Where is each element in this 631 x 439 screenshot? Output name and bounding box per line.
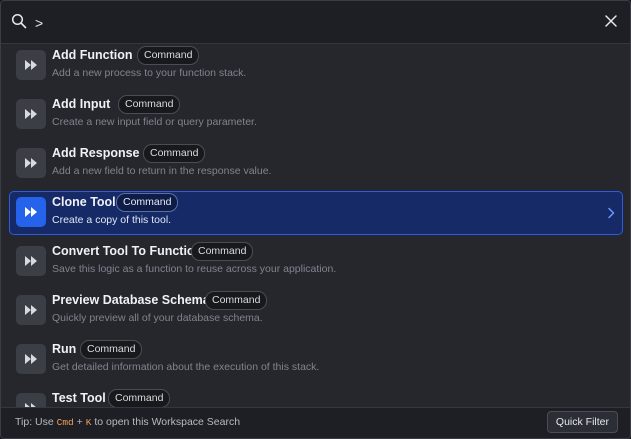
search-bar [1,1,630,44]
command-title: Add Input [52,97,111,111]
command-list: Add Function Command Add a new process t… [1,44,630,410]
fast-forward-icon [16,344,46,374]
fast-forward-icon [16,246,46,276]
command-title: Clone Tool [52,195,116,209]
quick-filter-button[interactable]: Quick Filter [546,411,618,433]
command-title: Test Tool [52,391,106,405]
command-badge: Command [118,95,181,114]
tip-prefix: Tip: Use [15,416,54,428]
command-badge: Command [137,46,200,65]
command-badge: Command [80,340,143,359]
command-title: Preview Database Schemas [52,293,217,307]
command-badge: Command [143,144,206,163]
command-badge: Command [116,193,179,212]
command-description: Create a copy of this tool. [52,214,172,226]
command-description: Create a new input field or query parame… [52,116,257,128]
command-item-add-response[interactable]: Add Response Command Add a new field to … [9,142,623,186]
command-item-add-input[interactable]: Add Input Command Create a new input fie… [9,93,623,137]
fast-forward-icon [16,148,46,178]
command-palette: Add Function Command Add a new process t… [0,0,631,439]
command-item-clone-tool[interactable]: Clone Tool Command Create a copy of this… [9,191,623,235]
search-input[interactable] [33,11,577,35]
command-title: Add Response [52,146,140,160]
fast-forward-icon [16,197,46,227]
command-badge: Command [205,291,268,310]
command-item-run[interactable]: Run Command Get detailed information abo… [9,338,623,382]
search-icon [11,13,27,29]
fast-forward-icon [16,295,46,325]
command-description: Get detailed information about the execu… [52,361,320,373]
command-title: Run [52,342,77,356]
close-icon[interactable] [604,14,618,28]
command-item-convert-tool[interactable]: Convert Tool To Function Command Save th… [9,240,623,284]
command-description: Add a new process to your function stack… [52,67,247,79]
cmd-key: Cmd [56,417,74,428]
tip-suffix: to open this Workspace Search [94,416,241,428]
k-key: K [85,417,92,428]
command-item-preview-database-schemas[interactable]: Preview Database Schemas Command Quickly… [9,289,623,333]
footer: Tip: Use Cmd + K to open this Workspace … [1,407,630,438]
command-title: Convert Tool To Function [52,244,203,258]
command-badge: Command [108,389,171,408]
fast-forward-icon [16,50,46,80]
command-title: Add Function [52,48,133,62]
chevron-right-icon [608,207,615,219]
command-item-add-function[interactable]: Add Function Command Add a new process t… [9,44,623,88]
plus-sign: + [76,416,83,428]
command-description: Quickly preview all of your database sch… [52,312,263,324]
fast-forward-icon [16,99,46,129]
shortcut-tip: Tip: Use Cmd + K to open this Workspace … [15,416,240,428]
command-description: Save this logic as a function to reuse a… [52,263,337,275]
command-badge: Command [191,242,254,261]
command-description: Add a new field to return in the respons… [52,165,272,177]
